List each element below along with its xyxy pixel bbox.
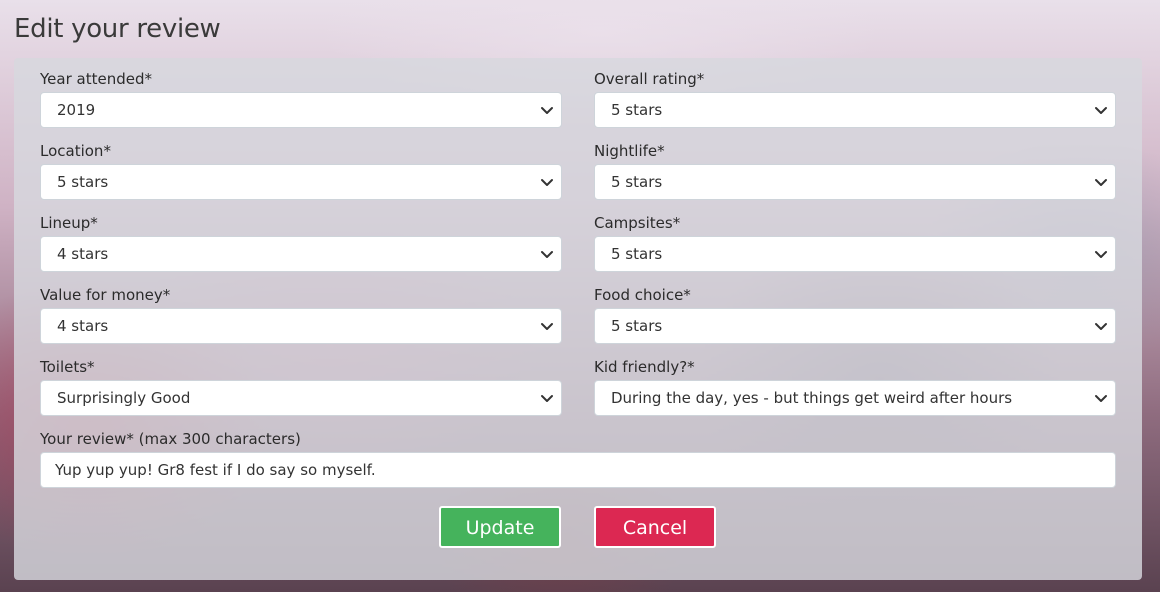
page-title: Edit your review [14,14,221,44]
chevron-down-icon [541,251,553,258]
campsites-value: 5 stars [611,245,663,263]
campsites-select[interactable]: 5 stars [594,236,1116,272]
food-choice-value: 5 stars [611,317,663,335]
value-for-money-label: Value for money* [40,286,171,304]
chevron-down-icon [541,179,553,186]
lineup-select[interactable]: 4 stars [40,236,562,272]
year-attended-label: Year attended* [40,70,152,88]
lineup-label: Lineup* [40,214,98,232]
chevron-down-icon [1095,107,1107,114]
overall-rating-value: 5 stars [611,101,663,119]
campsites-label: Campsites* [594,214,681,232]
update-button[interactable]: Update [439,506,561,548]
nightlife-select[interactable]: 5 stars [594,164,1116,200]
cancel-button[interactable]: Cancel [594,506,716,548]
kid-friendly-label: Kid friendly?* [594,358,695,376]
review-label: Your review* (max 300 characters) [40,430,301,448]
review-form: Year attended* 2019 Overall rating* 5 st… [14,58,1142,580]
overall-rating-label: Overall rating* [594,70,705,88]
chevron-down-icon [1095,323,1107,330]
chevron-down-icon [541,323,553,330]
year-attended-select[interactable]: 2019 [40,92,562,128]
overall-rating-select[interactable]: 5 stars [594,92,1116,128]
value-for-money-select[interactable]: 4 stars [40,308,562,344]
year-attended-value: 2019 [57,101,96,119]
value-for-money-value: 4 stars [57,317,109,335]
review-input[interactable]: Yup yup yup! Gr8 fest if I do say so mys… [40,452,1116,488]
chevron-down-icon [541,395,553,402]
chevron-down-icon [541,107,553,114]
lineup-value: 4 stars [57,245,109,263]
location-value: 5 stars [57,173,109,191]
food-choice-label: Food choice* [594,286,691,304]
nightlife-value: 5 stars [611,173,663,191]
kid-friendly-value: During the day, yes - but things get wei… [611,389,1013,407]
location-label: Location* [40,142,111,160]
chevron-down-icon [1095,251,1107,258]
toilets-value: Surprisingly Good [57,389,191,407]
toilets-label: Toilets* [40,358,95,376]
chevron-down-icon [1095,395,1107,402]
review-value: Yup yup yup! Gr8 fest if I do say so mys… [55,461,376,479]
nightlife-label: Nightlife* [594,142,665,160]
location-select[interactable]: 5 stars [40,164,562,200]
food-choice-select[interactable]: 5 stars [594,308,1116,344]
toilets-select[interactable]: Surprisingly Good [40,380,562,416]
kid-friendly-select[interactable]: During the day, yes - but things get wei… [594,380,1116,416]
chevron-down-icon [1095,179,1107,186]
